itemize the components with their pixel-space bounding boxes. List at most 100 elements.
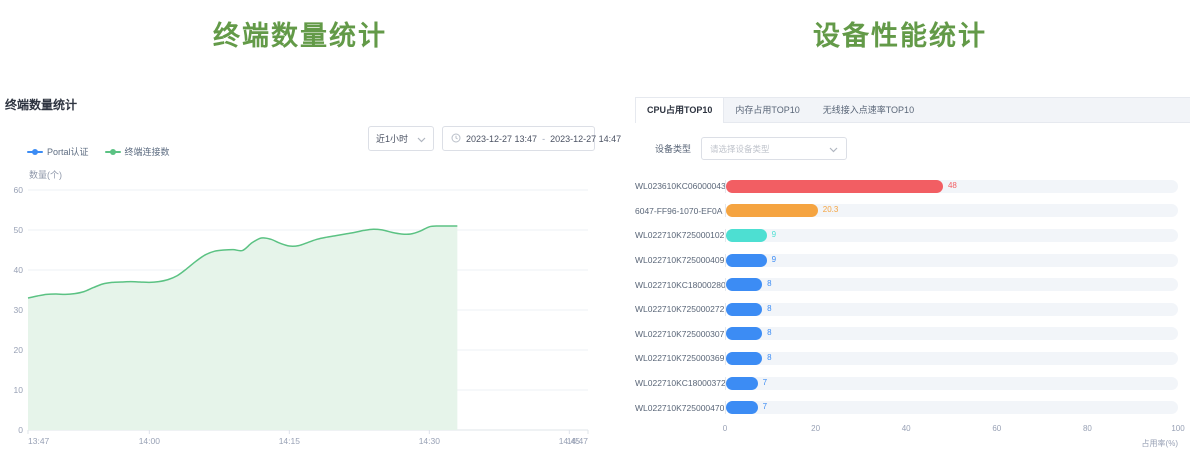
- terminal-count-line-chart: 010203040506013:4714:0014:1514:3014:4514…: [0, 180, 600, 452]
- bar-category-label: WL022710KC18000372: [635, 378, 725, 388]
- bar-row: WL022710K725000102 9: [635, 223, 1190, 248]
- svg-text:14:47: 14:47: [567, 436, 589, 446]
- bar: [726, 303, 762, 316]
- chart-legend: Portal认证 终端连接数: [27, 145, 170, 158]
- bar-track: 20.3: [725, 204, 1178, 217]
- svg-text:13:47: 13:47: [28, 436, 50, 446]
- bar-track: 7: [725, 377, 1178, 390]
- bar-category-label: WL022710K725000272: [635, 304, 725, 314]
- legend-label: 终端连接数: [125, 145, 170, 158]
- bar: [726, 204, 818, 217]
- time-range-select-value: 近1小时: [376, 132, 408, 145]
- bar-category-label: WL022710K725000409: [635, 255, 725, 265]
- bar: [726, 377, 758, 390]
- bar-category-label: WL022710K725000102: [635, 230, 725, 240]
- chart-controls: 近1小时 2023-12-27 13:47 - 2023-12-27 14:47: [368, 126, 595, 151]
- bar-track: 7: [725, 401, 1178, 414]
- bar-row: WL022710K725000470 7: [635, 395, 1190, 420]
- legend-marker-icon: [105, 148, 121, 156]
- svg-text:10: 10: [14, 385, 24, 395]
- svg-text:14:30: 14:30: [419, 436, 441, 446]
- bar-value-label: 9: [772, 230, 776, 239]
- device-performance-section: 设备性能统计 CPU占用TOP10内存占用TOP10无线接入点速率TOP10 设…: [600, 0, 1200, 456]
- bar-row: 6047-FF96-1070-EF0A 20.3: [635, 199, 1190, 224]
- device-type-filter-row: 设备类型 请选择设备类型: [635, 137, 1190, 160]
- legend-item-0[interactable]: Portal认证: [27, 145, 89, 158]
- bar-row: WL023610KC06000043 48: [635, 174, 1190, 199]
- clock-icon: [451, 133, 461, 145]
- dashboard-page: 终端数量统计 终端数量统计 近1小时 2023-12-27 13:47 - 20…: [0, 0, 1200, 456]
- svg-text:14:15: 14:15: [279, 436, 301, 446]
- svg-text:20: 20: [14, 345, 24, 355]
- bar: [726, 180, 943, 193]
- chevron-down-icon: [829, 140, 838, 158]
- svg-text:0: 0: [18, 425, 23, 435]
- bar: [726, 401, 758, 414]
- bar: [726, 352, 762, 365]
- bar-value-label: 8: [767, 328, 771, 337]
- tab-1[interactable]: 内存占用TOP10: [724, 98, 811, 122]
- bar-track: 48: [725, 180, 1178, 193]
- bar-category-label: 6047-FF96-1070-EF0A: [635, 206, 725, 216]
- bar-chart-x-axis: 020406080100: [725, 424, 1178, 436]
- bar-value-label: 48: [948, 181, 957, 190]
- legend-item-1[interactable]: 终端连接数: [105, 145, 170, 158]
- bar-track: 9: [725, 254, 1178, 267]
- bar: [726, 278, 762, 291]
- x-axis-tick: 60: [992, 424, 1001, 433]
- bar-value-label: 8: [767, 279, 771, 288]
- bar-category-label: WL022710KC18000280: [635, 280, 725, 290]
- date-range-picker[interactable]: 2023-12-27 13:47 - 2023-12-27 14:47: [442, 126, 595, 151]
- bar-value-label: 8: [767, 353, 771, 362]
- cpu-top10-bar-chart: WL023610KC06000043 48 6047-FF96-1070-EF0A 2…: [635, 174, 1190, 420]
- bar-category-label: WL022710K725000470: [635, 403, 725, 413]
- svg-text:60: 60: [14, 185, 24, 195]
- bar-row: WL022710KC18000372 7: [635, 371, 1190, 396]
- date-range-separator: -: [542, 134, 545, 144]
- bar-category-label: WL022710K725000307: [635, 329, 725, 339]
- top10-tabbar: CPU占用TOP10内存占用TOP10无线接入点速率TOP10: [635, 97, 1190, 123]
- svg-text:50: 50: [14, 225, 24, 235]
- bar: [726, 327, 762, 340]
- x-axis-tick: 100: [1171, 424, 1184, 433]
- device-type-placeholder: 请选择设备类型: [710, 143, 770, 155]
- x-axis-tick: 0: [723, 424, 727, 433]
- x-axis-tick: 40: [902, 424, 911, 433]
- section-title-terminal-count: 终端数量统计: [0, 14, 600, 53]
- date-range-start: 2023-12-27 13:47: [466, 134, 537, 144]
- x-axis-title: 占用率(%): [635, 438, 1178, 449]
- bar-row: WL022710K725000409 9: [635, 248, 1190, 273]
- bar-category-label: WL022710K725000369: [635, 353, 725, 363]
- bar-row: WL022710KC18000280 8: [635, 272, 1190, 297]
- chevron-down-icon: [417, 130, 426, 148]
- bar-track: 8: [725, 352, 1178, 365]
- tab-2[interactable]: 无线接入点速率TOP10: [812, 98, 926, 122]
- svg-text:40: 40: [14, 265, 24, 275]
- bar: [726, 254, 767, 267]
- x-axis-tick: 20: [811, 424, 820, 433]
- bar-value-label: 20.3: [823, 205, 839, 214]
- bar-row: WL022710K725000369 8: [635, 346, 1190, 371]
- device-type-label: 设备类型: [655, 142, 691, 155]
- bar-track: 8: [725, 278, 1178, 291]
- svg-text:14:00: 14:00: [139, 436, 161, 446]
- bar-track: 8: [725, 303, 1178, 316]
- bar-value-label: 7: [763, 378, 767, 387]
- tab-0-active[interactable]: CPU占用TOP10: [635, 98, 724, 123]
- bar-track: 8: [725, 327, 1178, 340]
- section-title-device-performance: 设备性能统计: [600, 14, 1200, 53]
- legend-label: Portal认证: [47, 145, 89, 158]
- bar-value-label: 7: [763, 402, 767, 411]
- x-axis-tick: 80: [1083, 424, 1092, 433]
- bar-track: 9: [725, 229, 1178, 242]
- bar-value-label: 9: [772, 255, 776, 264]
- legend-marker-icon: [27, 148, 43, 156]
- bar-row: WL022710K725000307 8: [635, 322, 1190, 347]
- time-range-select[interactable]: 近1小时: [368, 126, 434, 151]
- bar-row: WL022710K725000272 8: [635, 297, 1190, 322]
- terminal-count-section: 终端数量统计 终端数量统计 近1小时 2023-12-27 13:47 - 20…: [0, 0, 600, 456]
- bar: [726, 229, 767, 242]
- bar-value-label: 8: [767, 304, 771, 313]
- bar-category-label: WL023610KC06000043: [635, 181, 725, 191]
- device-type-select[interactable]: 请选择设备类型: [701, 137, 847, 160]
